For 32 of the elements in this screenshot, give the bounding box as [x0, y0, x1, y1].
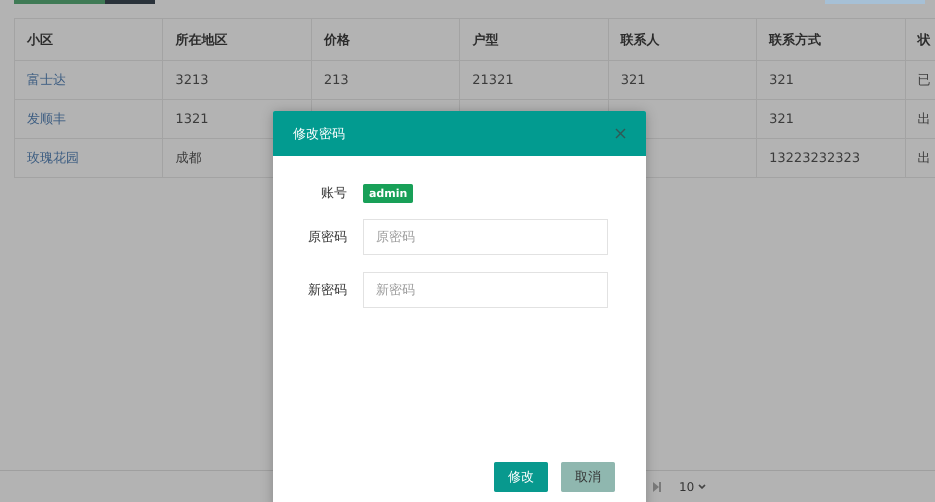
password-field[interactable]: 原密码	[363, 219, 608, 255]
password-field[interactable]: 新密码	[363, 272, 608, 308]
table-cell: 321	[756, 60, 906, 100]
name-link[interactable]: 富士达	[14, 60, 163, 100]
table-cell: 21321	[460, 60, 608, 100]
table-cell: 321	[756, 100, 906, 138]
column-header: 户型	[460, 18, 608, 60]
column-header: 价格	[311, 18, 460, 60]
cancel-button[interactable]: 取消	[561, 462, 615, 492]
column-header: 联系方式	[756, 18, 906, 60]
table-cell: 13223232323	[756, 138, 906, 178]
column-header: 状	[905, 18, 935, 60]
name-link[interactable]: 发顺丰	[14, 100, 163, 138]
account-badge: admin	[363, 184, 414, 202]
chevron-down-icon	[698, 484, 706, 490]
field-label: 新密码	[307, 282, 347, 299]
toolbar-button[interactable]	[825, 0, 925, 4]
submit-button[interactable]: 修改	[494, 462, 548, 492]
name-link[interactable]: 玫瑰花园	[14, 138, 163, 178]
toolbar-button[interactable]	[105, 0, 155, 4]
column-header: 联系人	[608, 18, 757, 60]
table-cell: 213	[311, 60, 460, 100]
last-page-icon[interactable]	[653, 482, 661, 492]
toolbar-button[interactable]	[14, 0, 105, 4]
column-header: 所在地区	[162, 18, 312, 60]
field-label: 账号	[320, 185, 347, 202]
page-size-select[interactable]: 10	[675, 478, 710, 496]
table-cell: 321	[608, 60, 757, 100]
table-cell: 3213	[162, 60, 312, 100]
column-header: 小区	[14, 18, 163, 60]
close-icon[interactable]	[615, 128, 626, 139]
field-label: 原密码	[307, 229, 347, 246]
